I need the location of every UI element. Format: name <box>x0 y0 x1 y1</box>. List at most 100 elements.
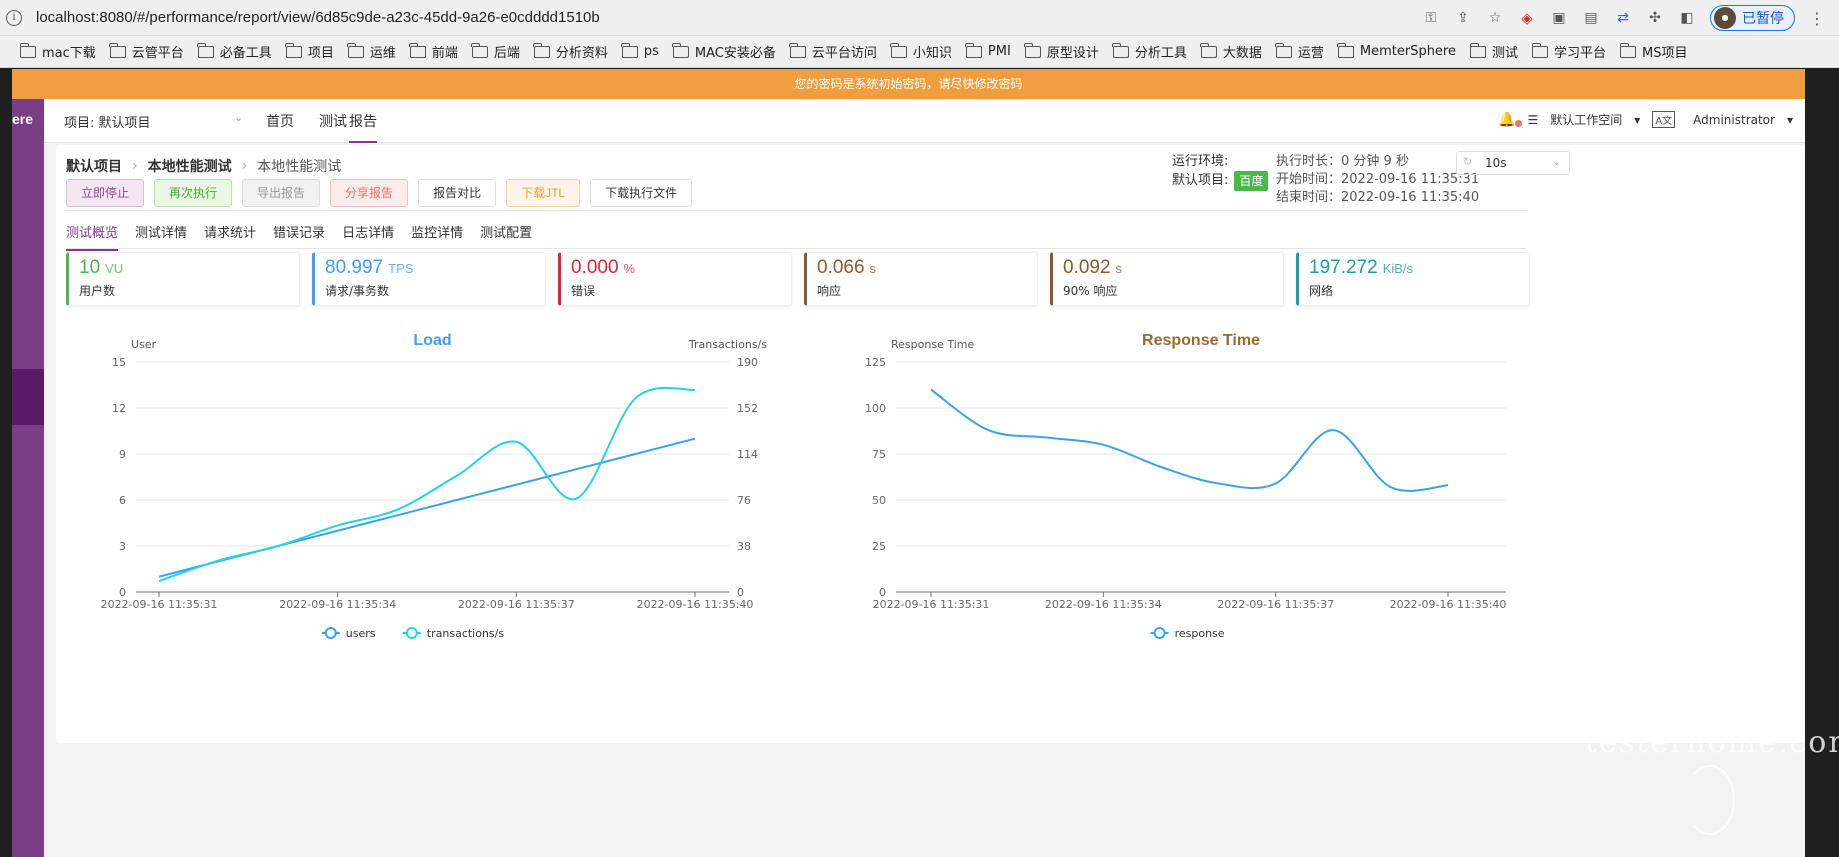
rerun-button[interactable]: 再次执行 <box>154 179 233 207</box>
logo-text: ere <box>12 111 34 127</box>
breadcrumb-project[interactable]: 默认项目 <box>66 156 122 176</box>
translate-icon[interactable]: ⇄ <box>1614 9 1632 27</box>
metric-label: 错误 <box>571 284 596 298</box>
metric-label: 响应 <box>817 284 842 298</box>
run-environment: 运行环境: 默认项目: 百度 <box>1172 153 1269 191</box>
x-tick-label: 2022-09-16 11:35:34 <box>279 598 396 611</box>
bookmark-item[interactable]: 分析工具 <box>1112 42 1187 61</box>
export-report-button[interactable]: 导出报告 <box>242 179 321 207</box>
folder-icon <box>347 42 364 58</box>
tab-3[interactable]: 错误记录 <box>273 222 325 251</box>
y-axis-label: Response Time <box>891 338 974 351</box>
language-icon[interactable]: A文 <box>1652 111 1676 128</box>
refresh-interval-select[interactable]: ↻ 10s ⌄ <box>1456 151 1570 175</box>
share-icon[interactable]: ⇪ <box>1454 9 1472 27</box>
bookmark-item[interactable]: 运维 <box>347 42 396 61</box>
series-line-response <box>930 388 1449 492</box>
bookmark-item[interactable]: 原型设计 <box>1024 42 1099 61</box>
bookmark-item[interactable]: 云管平台 <box>109 42 184 61</box>
bookmark-item[interactable]: 小知识 <box>890 42 952 61</box>
bookmark-item[interactable]: 分析资料 <box>533 42 608 61</box>
browser-toolbar-icons: ⚿ ⇪ ☆ ◈ ▣ ▤ ⇄ ✣ ◧ ● 已暂停 ⋮ <box>1422 5 1825 31</box>
user-menu[interactable]: Administrator <box>1693 113 1775 127</box>
key-icon[interactable]: ⚿ <box>1422 9 1440 27</box>
nav-report[interactable]: 报告 <box>349 111 377 143</box>
bookmark-item[interactable]: 云平台访问 <box>789 42 877 61</box>
bookmark-item[interactable]: 大数据 <box>1200 42 1262 61</box>
divider <box>66 210 1526 211</box>
extension-window-icon[interactable]: ▣ <box>1550 9 1568 27</box>
bell-icon[interactable]: 🔔 <box>1498 112 1522 128</box>
tab-6[interactable]: 测试配置 <box>480 222 532 251</box>
y-tick-label: 12 <box>112 402 126 415</box>
share-report-button[interactable]: 分享报告 <box>330 179 409 207</box>
y-tick-label: 100 <box>865 402 886 415</box>
folder-icon <box>1200 42 1217 58</box>
stop-button[interactable]: 立即停止 <box>66 179 145 207</box>
metric-value: 0.066 <box>817 257 865 278</box>
star-icon[interactable]: ☆ <box>1486 9 1504 27</box>
caret-down-icon[interactable]: ▾ <box>1634 113 1640 127</box>
nav-home[interactable]: 首页 <box>266 111 294 131</box>
x-tick-label: 2022-09-16 11:35:40 <box>637 598 754 611</box>
tab-2[interactable]: 请求统计 <box>204 222 256 251</box>
bookmark-item[interactable]: 后端 <box>471 42 520 61</box>
tab-4[interactable]: 日志详情 <box>342 222 394 251</box>
bookmark-item[interactable]: 运营 <box>1275 42 1324 61</box>
compare-report-button[interactable]: 报告对比 <box>418 179 497 207</box>
left-sidebar: ere <box>12 99 44 857</box>
puzzle-icon[interactable]: ✣ <box>1646 9 1664 27</box>
sidebar-active-item[interactable] <box>12 369 44 425</box>
metric-value: 197.272 <box>1309 257 1378 278</box>
bookmark-item[interactable]: PMI <box>965 42 1011 59</box>
tab-1[interactable]: 测试详情 <box>135 222 187 251</box>
bookmark-item[interactable]: mac下载 <box>19 42 96 61</box>
download-jtl-button[interactable]: 下载JTL <box>506 179 581 207</box>
y2-tick-label: 152 <box>737 402 758 415</box>
download-files-button[interactable]: 下载执行文件 <box>590 179 693 207</box>
site-info-icon[interactable]: i <box>6 10 22 26</box>
browser-address-bar: i localhost:8080/#/performance/report/vi… <box>0 0 1839 36</box>
bookmark-label: 运维 <box>369 46 396 61</box>
chevron-down-icon[interactable]: ⌄ <box>234 111 243 124</box>
bookmark-item[interactable]: MS项目 <box>1619 42 1688 61</box>
folder-icon <box>285 42 302 58</box>
bookmark-label: 测试 <box>1492 46 1519 61</box>
url-field[interactable]: localhost:8080/#/performance/report/view… <box>36 9 600 26</box>
y-tick-label: 125 <box>865 356 886 369</box>
bookmark-item[interactable]: ps <box>621 42 659 59</box>
bookmark-item[interactable]: 必备工具 <box>197 42 272 61</box>
profile-button[interactable]: ● 已暂停 <box>1710 5 1795 31</box>
workspace-select[interactable]: 默认工作空间 <box>1550 111 1622 128</box>
project-select[interactable]: 项目: 默认项目 <box>64 112 151 131</box>
caret-down-icon[interactable]: ▾ <box>1787 113 1793 127</box>
chart-title: Response Time <box>1142 332 1260 349</box>
metric-card: 0.000% 错误 <box>558 252 792 306</box>
metric-label: 请求/事务数 <box>325 284 390 298</box>
tab-0[interactable]: 测试概览 <box>66 222 119 251</box>
breadcrumb-test[interactable]: 本地性能测试 <box>148 156 232 176</box>
folder-icon <box>409 42 426 58</box>
chevron-right-icon: › <box>132 158 138 174</box>
folder-icon <box>1469 42 1486 58</box>
bookmark-item[interactable]: 测试 <box>1469 42 1519 61</box>
bookmark-item[interactable]: MemterSphere <box>1337 42 1456 59</box>
bookmark-label: 项目 <box>307 46 334 61</box>
folder-icon <box>965 42 982 58</box>
x-tick-label: 2022-09-16 11:35:31 <box>873 598 990 611</box>
folder-icon <box>1112 42 1129 58</box>
extension-cube-icon[interactable]: ◈ <box>1518 9 1536 27</box>
tab-5[interactable]: 监控详情 <box>411 222 463 251</box>
y-tick-label: 3 <box>119 540 126 553</box>
bookmark-item[interactable]: 学习平台 <box>1531 42 1606 61</box>
nav-test[interactable]: 测试 <box>319 111 347 131</box>
sidebar-toggle-icon[interactable]: ◧ <box>1678 9 1696 27</box>
bookmark-item[interactable]: MAC安装必备 <box>672 42 776 61</box>
extension-se-icon[interactable]: ▤ <box>1582 9 1600 27</box>
more-menu-icon[interactable]: ⋮ <box>1809 9 1825 28</box>
chevron-down-icon: ⌄ <box>1551 155 1561 168</box>
bookmark-label: 云管平台 <box>131 46 184 61</box>
metric-unit: VU <box>105 261 124 276</box>
bookmark-item[interactable]: 项目 <box>285 42 334 61</box>
bookmark-item[interactable]: 前端 <box>409 42 458 61</box>
